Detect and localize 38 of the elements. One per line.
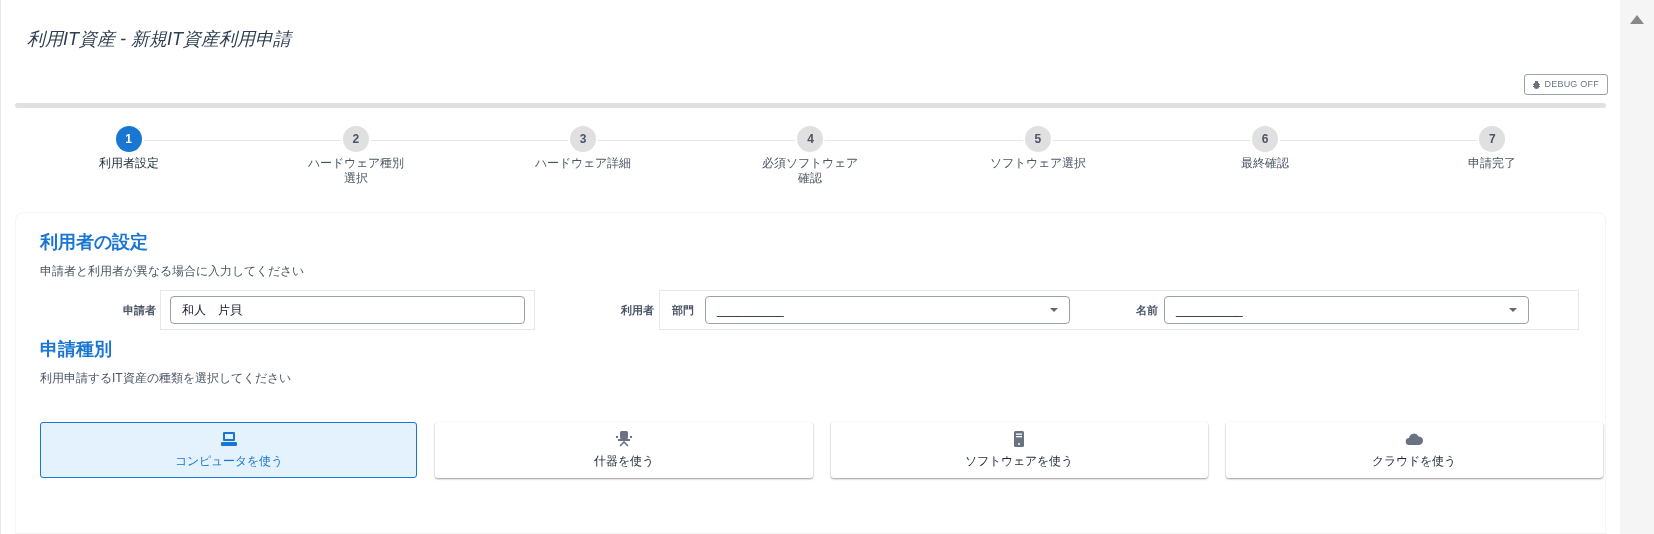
asset-type-button[interactable]: コンピュータを使う [40,422,418,478]
step-number[interactable]: 6 [1252,126,1279,152]
step-label: 最終確認 [1241,156,1290,171]
applicant-field[interactable]: 和人 片貝 [170,296,525,324]
step-number[interactable]: 2 [342,126,369,152]
step-label: ハードウェア詳細 [535,156,632,171]
step-number[interactable]: 3 [570,126,597,152]
name-label: 名前 [1135,302,1159,318]
step-number[interactable]: 7 [1479,126,1506,152]
section-heading: 申請種別 [40,338,112,361]
name-select[interactable]: __________ [1164,296,1529,324]
chair-icon [614,430,633,448]
scrollbar[interactable] [1620,0,1654,534]
asset-type-button[interactable]: ソフトウェアを使う [830,422,1208,478]
step-number[interactable]: 4 [797,126,824,152]
asset-type-button[interactable]: 什器を使う [435,422,813,478]
step-label: 必須ソフトウェア確認 [761,156,860,186]
section-heading: 利用者の設定 [40,231,148,254]
section-description: 利用申請するIT資産の種類を選択してください [40,370,291,387]
scroll-up-icon[interactable] [1630,15,1644,24]
department-label: 部門 [671,302,695,318]
department-select[interactable]: __________ [705,296,1070,324]
dropdown-icon [1050,308,1058,312]
step-label: 申請完了 [1468,156,1517,171]
user-label: 利用者 [620,302,655,318]
step-label: ソフトウェア選択 [989,156,1086,171]
step-label: ハードウェア種別選択 [306,156,405,186]
page-title: 利用IT資産 - 新規IT資産利用申請 [27,28,291,51]
step-label: 利用者設定 [98,156,159,171]
section-description: 申請者と利用者が異なる場合に入力してください [40,263,304,280]
applicant-label: 申請者 [122,302,157,318]
computer-icon [219,430,238,448]
dropdown-icon [1509,308,1517,312]
debug-button[interactable]: DEBUG OFF [1524,74,1608,95]
bug-icon [1533,80,1541,89]
asset-type-button[interactable]: クラウドを使う [1225,422,1603,478]
step-number[interactable]: 5 [1024,126,1051,152]
step-number[interactable]: 1 [115,126,142,152]
